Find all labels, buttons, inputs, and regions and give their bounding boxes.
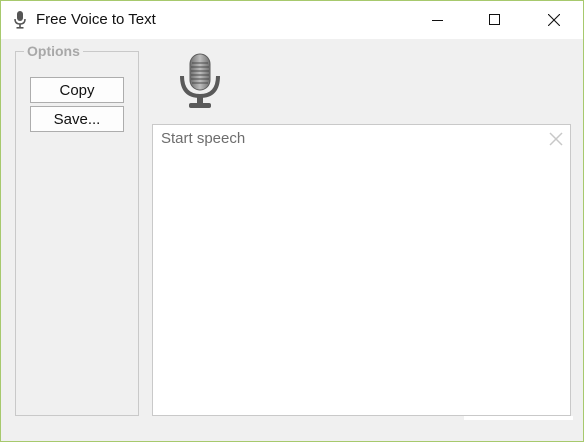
microphone-app-icon [14,11,26,29]
options-legend: Options [27,43,80,59]
window-title: Free Voice to Text [36,11,156,28]
client-area: Options Copy Save... Start speech [1,39,583,441]
title-bar[interactable]: Free Voice to Text [1,1,583,39]
resize-grip-area [464,416,573,420]
app-window: Free Voice to Text Options Copy Save... [0,0,584,442]
maximize-button[interactable] [472,1,517,39]
close-button[interactable] [531,1,576,39]
minimize-icon [431,20,443,21]
options-group: Options Copy Save... [15,43,139,416]
transcript-textarea[interactable]: Start speech [152,124,571,416]
maximize-icon [488,14,500,25]
clear-icon[interactable] [548,131,564,147]
save-button[interactable]: Save... [30,106,124,132]
microphone-icon[interactable] [177,52,223,110]
minimize-button[interactable] [415,1,460,39]
copy-button[interactable]: Copy [30,77,124,103]
close-icon [547,14,560,26]
transcript-placeholder: Start speech [161,130,246,147]
